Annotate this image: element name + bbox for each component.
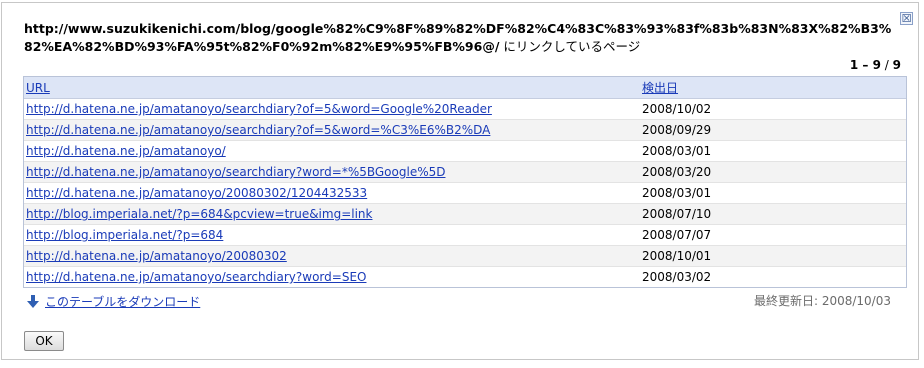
title-suffix: にリンクしているページ [499, 39, 641, 54]
linking-page-link[interactable]: http://blog.imperiala.net/?p=684 [26, 228, 223, 242]
date-cell: 2008/10/02 [640, 98, 906, 120]
table-row: http://d.hatena.ne.jp/amatanoyo/20080302… [24, 245, 906, 267]
url-cell: http://d.hatena.ne.jp/amatanoyo/searchdi… [24, 267, 640, 288]
count-range: 1 – 9 [849, 58, 881, 72]
date-cell: 2008/09/29 [640, 119, 906, 141]
download-arrow-icon [27, 294, 39, 308]
linking-page-link[interactable]: http://d.hatena.ne.jp/amatanoyo/searchdi… [26, 102, 492, 116]
close-icon[interactable]: ☒ [900, 12, 913, 25]
url-cell: http://d.hatena.ne.jp/amatanoyo/searchdi… [24, 119, 640, 141]
sort-by-url-link[interactable]: URL [26, 81, 50, 95]
url-cell: http://d.hatena.ne.jp/amatanoyo/20080302… [24, 182, 640, 204]
date-cell: 2008/07/07 [640, 224, 906, 246]
table-row: http://d.hatena.ne.jp/amatanoyo/searchdi… [24, 98, 906, 120]
table-row: http://blog.imperiala.net/?p=684 2008/07/… [24, 224, 906, 246]
date-cell: 2008/03/02 [642, 270, 712, 284]
date-cell: 2008/03/20 [640, 161, 906, 183]
sort-by-date-link[interactable]: 検出日 [642, 81, 678, 95]
download-table-link[interactable]: このテーブルをダウンロード [45, 293, 200, 310]
dialog-title: http://www.suzukikenichi.com/blog/google… [24, 20, 894, 56]
column-header-date: 検出日 [640, 77, 906, 99]
download-table[interactable]: このテーブルをダウンロード [27, 293, 200, 310]
linking-page-link[interactable]: http://d.hatena.ne.jp/amatanoyo/ [26, 144, 226, 158]
ok-button[interactable]: OK [24, 331, 64, 351]
linking-page-link[interactable]: http://blog.imperiala.net/?p=684&pcview=… [26, 207, 372, 221]
links-dialog: ☒ http://www.suzukikenichi.com/blog/goog… [1, 2, 919, 360]
linking-page-link[interactable]: http://d.hatena.ne.jp/amatanoyo/20080302 [26, 249, 287, 263]
date-cell: 2008/07/10 [640, 203, 906, 225]
linking-page-link[interactable]: http://d.hatena.ne.jp/amatanoyo/searchdi… [26, 165, 445, 179]
links-table-container: URL 検出日 http://d.hatena.ne.jp/amatanoyo/… [23, 76, 907, 288]
table-row: http://d.hatena.ne.jp/amatanoyo/searchdi… [24, 119, 906, 141]
table-header-row: URL 検出日 [24, 77, 906, 99]
table-row: http://d.hatena.ne.jp/amatanoyo/2008/03/… [24, 140, 906, 162]
url-cell: http://d.hatena.ne.jp/amatanoyo/searchdi… [24, 98, 640, 120]
background-page-strip [0, 360, 924, 368]
url-cell: http://d.hatena.ne.jp/amatanoyo/searchdi… [24, 161, 640, 183]
count-total: 9 [892, 58, 901, 72]
date-cell: 2008/03/01 [640, 140, 906, 162]
table-row: http://blog.imperiala.net/?p=684&pcview=… [24, 203, 906, 225]
column-header-url: URL [24, 77, 640, 99]
result-count: 1 – 9 / 9 [850, 58, 901, 72]
date-cell: 2008/10/01 [640, 245, 906, 267]
date-cell: 2008/03/01 [640, 182, 906, 204]
linking-page-link[interactable]: http://d.hatena.ne.jp/amatanoyo/20080302… [26, 186, 367, 200]
url-cell: http://d.hatena.ne.jp/amatanoyo/20080302 [24, 245, 640, 267]
url-cell: http://blog.imperiala.net/?p=684 [24, 224, 640, 246]
title-url: http://www.suzukikenichi.com/blog/google… [24, 21, 892, 54]
url-cell: http://blog.imperiala.net/?p=684&pcview=… [24, 203, 640, 225]
table-row: http://d.hatena.ne.jp/amatanoyo/searchdi… [24, 161, 906, 183]
links-table: URL 検出日 http://d.hatena.ne.jp/amatanoyo/… [24, 77, 906, 287]
table-row: http://d.hatena.ne.jp/amatanoyo/20080302… [24, 182, 906, 204]
url-cell: http://d.hatena.ne.jp/amatanoyo/ [24, 140, 640, 162]
linking-page-link[interactable]: http://d.hatena.ne.jp/amatanoyo/searchdi… [26, 123, 490, 137]
count-separator: / [880, 58, 893, 72]
linking-page-link[interactable]: http://d.hatena.ne.jp/amatanoyo/searchdi… [26, 270, 366, 284]
table-row: http://d.hatena.ne.jp/amatanoyo/searchdi… [24, 267, 906, 288]
last-updated-text: 最終更新日: 2008/10/03 [753, 294, 891, 308]
